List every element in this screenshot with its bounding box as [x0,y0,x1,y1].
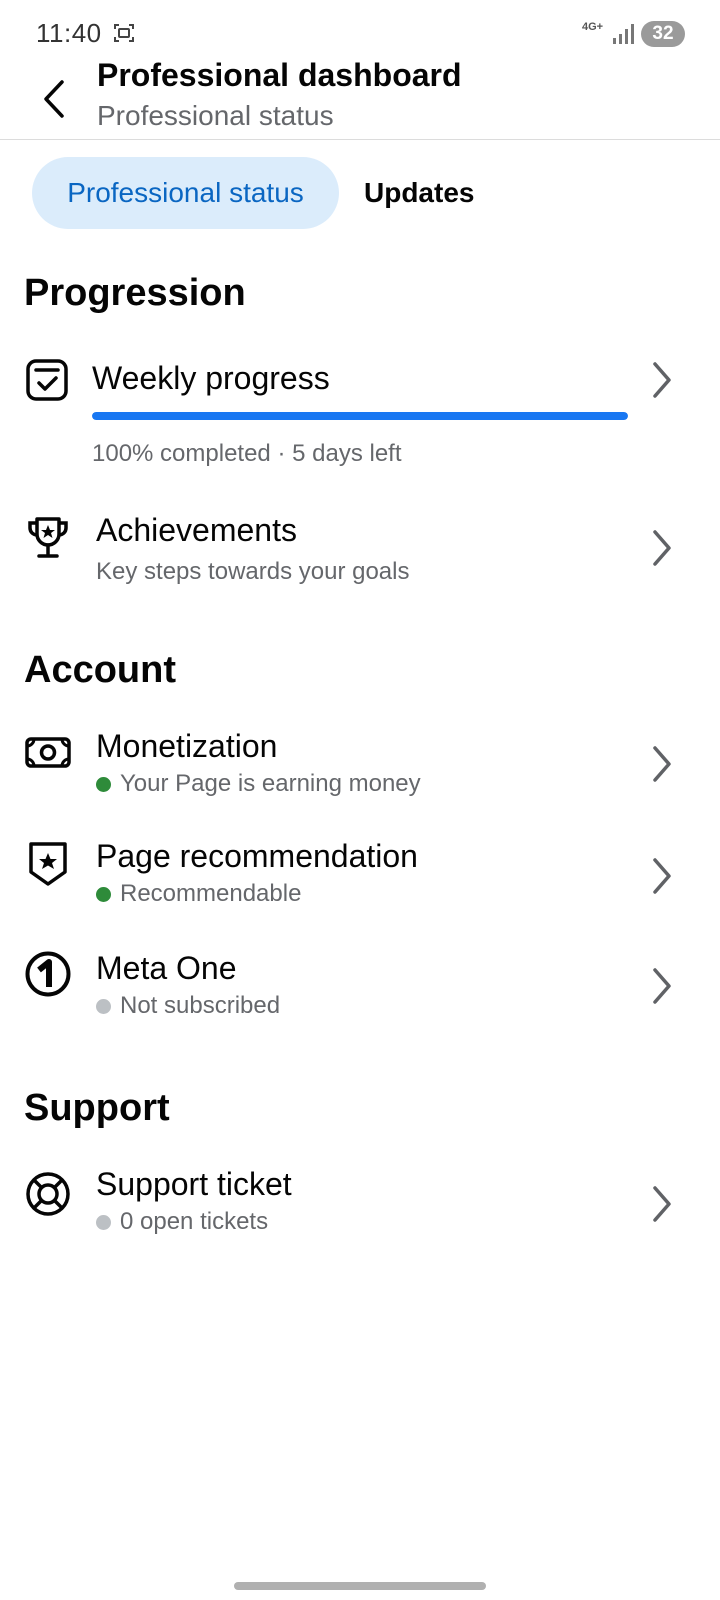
weekly-progress-row[interactable]: Weekly progress 100% completed · 5 days … [0,352,720,472]
status-dot [96,776,111,792]
weekly-progress-fill [92,412,628,420]
status-dot [96,1214,111,1230]
tab-updates[interactable]: Updates [364,157,474,229]
battery-indicator: 32 [641,21,685,47]
monetization-status-text: Your Page is earning money [120,770,421,797]
network-type: 4G+ [582,21,604,33]
monetization-status: Your Page is earning money [96,770,421,798]
signal-icon [613,24,634,44]
achievements-row[interactable]: Achievements Key steps towards your goal… [0,510,720,600]
weekly-progress-title: Weekly progress [92,360,330,396]
page-recommendation-status-text: Recommendable [120,880,302,907]
badge-star-icon [29,842,67,886]
back-button[interactable] [32,74,76,124]
page-recommendation-title: Page recommendation [96,838,418,874]
chevron-right-icon [653,968,671,1004]
support-ticket-row[interactable]: Support ticket 0 open tickets [0,1166,720,1256]
meta-one-row[interactable]: Meta One Not subscribed [0,950,720,1040]
lifebuoy-icon [26,1172,70,1216]
chevron-right-icon [653,530,671,566]
chevron-right-icon [653,746,671,782]
support-ticket-status: 0 open tickets [96,1208,268,1236]
app-header: Professional dashboard Professional stat… [0,50,720,140]
status-dot [96,886,111,902]
back-arrow-icon [44,80,64,118]
support-ticket-title: Support ticket [96,1166,292,1202]
page-title: Professional dashboard [97,57,462,93]
status-dot [96,998,111,1014]
chevron-right-icon [653,362,671,398]
tab-professional-status[interactable]: Professional status [32,157,339,229]
checklist-icon [26,359,68,401]
page-recommendation-status: Recommendable [96,880,301,908]
achievements-title: Achievements [96,512,297,548]
weekly-progress-caption: 100% completed · 5 days left [92,440,402,467]
page-subtitle: Professional status [97,100,334,131]
achievements-subtitle: Key steps towards your goals [96,558,410,585]
professional-dashboard-screen: 11:40 4G+ 32 Professional dashboard Prof… [0,0,720,1600]
meta-one-status-text: Not subscribed [120,992,281,1019]
weekly-progress-bar [92,412,628,420]
meta-one-status: Not subscribed [96,992,280,1020]
page-recommendation-row[interactable]: Page recommendation Recommendable [0,838,720,928]
support-ticket-status-text: 0 open tickets [120,1208,269,1235]
monetization-row[interactable]: Monetization Your Page is earning money [0,726,720,816]
money-icon [25,737,71,768]
trophy-icon [28,517,68,558]
status-time: 11:40 [36,18,102,48]
meta-one-title: Meta One [96,950,237,986]
chevron-right-icon [653,858,671,894]
home-indicator[interactable] [234,1582,486,1590]
section-heading-account: Account [24,649,176,691]
chevron-right-icon [653,1186,671,1222]
monetization-title: Monetization [96,728,278,764]
screen-record-icon [114,24,134,42]
meta-one-icon [25,951,71,997]
section-heading-progression: Progression [24,272,246,314]
section-heading-support: Support [24,1087,170,1129]
